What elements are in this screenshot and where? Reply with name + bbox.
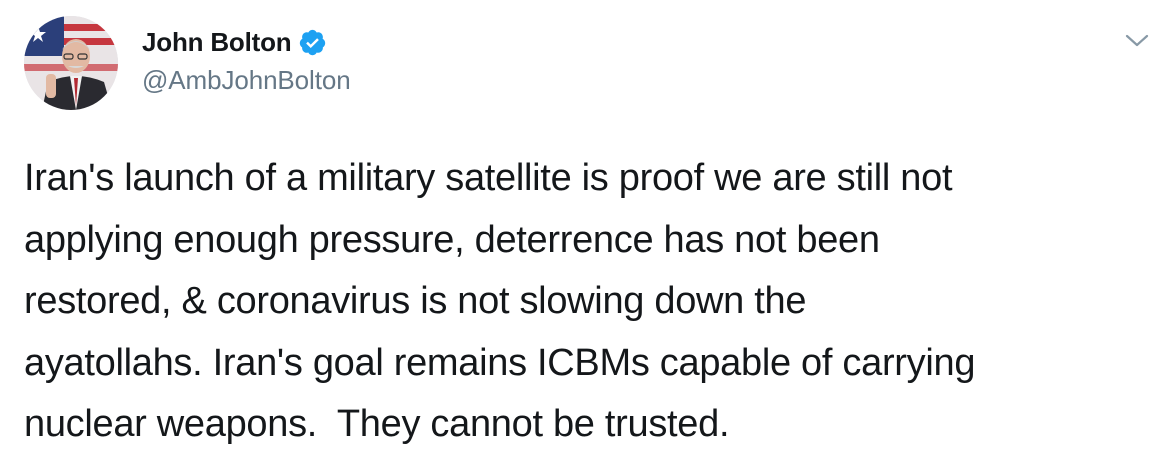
avatar-image bbox=[24, 16, 118, 110]
verified-badge-icon bbox=[298, 28, 327, 57]
tweet-header: John Bolton @AmbJohnBolton bbox=[142, 24, 351, 96]
tweet-text-line: applying enough pressure, deterrence has… bbox=[24, 218, 880, 261]
tweet-body: Iran's launch of a military satellite is… bbox=[24, 148, 1154, 456]
tweet-card: John Bolton @AmbJohnBolton Iran's launch… bbox=[0, 0, 1174, 464]
tweet-text-line: ayatollahs. Iran's goal remains ICBMs ca… bbox=[24, 341, 976, 384]
name-row: John Bolton bbox=[142, 24, 351, 60]
tweet-text-line: restored, & coronavirus is not slowing d… bbox=[24, 280, 807, 322]
user-handle[interactable]: @AmbJohnBolton bbox=[142, 65, 351, 96]
tweet-text-line: nuclear weapons. They cannot be trusted. bbox=[24, 403, 730, 445]
avatar[interactable] bbox=[24, 16, 118, 110]
display-name[interactable]: John Bolton bbox=[142, 27, 292, 58]
chevron-down-icon bbox=[1125, 34, 1149, 47]
tweet-text-line: Iran's launch of a military satellite is… bbox=[24, 157, 953, 199]
tweet-menu-button[interactable] bbox=[1124, 32, 1150, 50]
